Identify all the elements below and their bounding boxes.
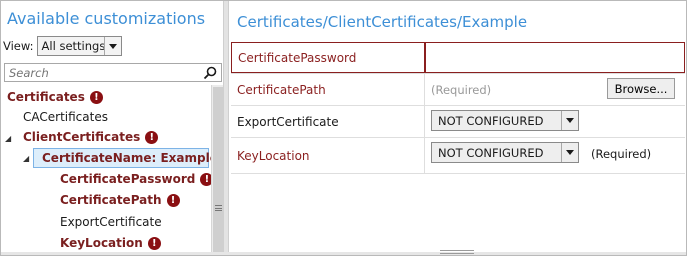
tree-item-label: CertificatePath xyxy=(60,193,162,207)
error-icon: ! xyxy=(89,90,103,104)
error-icon: ! xyxy=(145,130,159,144)
browse-button[interactable]: Browse... xyxy=(607,78,675,99)
tree-item-certificatename-example[interactable]: CertificateName: Example ! xyxy=(33,148,223,168)
required-note: (Required) xyxy=(591,147,652,161)
view-label: View: xyxy=(3,39,34,53)
error-icon: ! xyxy=(166,193,180,207)
chevron-down-icon[interactable] xyxy=(561,111,578,130)
grip-icon xyxy=(215,205,222,211)
expand-collapse-icon[interactable]: ◢ xyxy=(23,154,31,163)
setting-row-certificatepath: CertificatePath (Required) Browse... xyxy=(231,74,685,106)
tree-item-label: KeyLocation xyxy=(60,236,143,250)
key-location-dropdown[interactable]: NOT CONFIGURED xyxy=(431,142,579,163)
tree-item-label: ClientCertificates xyxy=(23,130,141,144)
tree-item-clientcertificates[interactable]: ClientCertificates ! xyxy=(23,127,159,147)
setting-label: ExportCertificate xyxy=(231,106,425,137)
tree-item-exportcertificate[interactable]: ExportCertificate xyxy=(60,212,162,232)
customizations-pane: Available customizations View: All setti… xyxy=(1,1,223,254)
tree-item-label: Certificates xyxy=(7,90,85,104)
tree-item-cacertificates[interactable]: CACertificates xyxy=(23,107,108,127)
tree-item-label: CertificateName: Example xyxy=(42,151,218,165)
setting-value-cell xyxy=(425,42,685,73)
certificate-password-input[interactable] xyxy=(432,47,672,68)
tree-item-certificatepath[interactable]: CertificatePath ! xyxy=(60,190,180,210)
tree-item-certificates[interactable]: Certificates ! xyxy=(7,87,103,107)
tree-item-label: CertificatePassword xyxy=(60,172,196,186)
pane-splitter[interactable] xyxy=(223,1,229,254)
chevron-down-icon[interactable] xyxy=(561,143,578,162)
search-icon[interactable] xyxy=(203,66,217,80)
pane-title: Available customizations xyxy=(7,9,206,28)
setting-label: CertificatePath xyxy=(231,74,425,105)
error-icon: ! xyxy=(147,236,161,250)
certificate-path-value[interactable]: (Required) xyxy=(431,83,491,97)
tree-item-label: CACertificates xyxy=(23,110,108,124)
settings-pane: Certificates/ClientCertificates/Example … xyxy=(230,1,686,254)
export-certificate-dropdown[interactable]: NOT CONFIGURED xyxy=(431,110,579,131)
view-filter: View: All settings xyxy=(3,36,122,56)
bottom-border xyxy=(1,252,686,255)
tree-item-certificatepassword[interactable]: CertificatePassword ! xyxy=(60,169,214,189)
setting-value-cell: NOT CONFIGURED (Required) xyxy=(425,138,685,173)
settings-path-title: Certificates/ClientCertificates/Example xyxy=(237,13,528,31)
tree-item-keylocation[interactable]: KeyLocation ! xyxy=(60,233,161,253)
view-dropdown-value: All settings xyxy=(41,39,106,53)
dropdown-value: NOT CONFIGURED xyxy=(438,113,544,128)
setting-value-cell: NOT CONFIGURED xyxy=(425,106,685,137)
setting-row-certificatepassword: CertificatePassword xyxy=(231,42,685,74)
expand-collapse-icon[interactable]: ◢ xyxy=(5,134,13,143)
setting-row-exportcertificate: ExportCertificate NOT CONFIGURED xyxy=(231,106,685,138)
resize-grip-icon[interactable] xyxy=(440,250,474,254)
search-input[interactable] xyxy=(9,65,199,80)
chevron-down-icon[interactable] xyxy=(103,37,121,55)
dropdown-value: NOT CONFIGURED xyxy=(438,145,544,160)
tree-item-label: ExportCertificate xyxy=(60,215,162,229)
view-dropdown[interactable]: All settings xyxy=(36,36,122,56)
tree-scrollbar[interactable] xyxy=(211,85,223,254)
scrollbar-thumb[interactable] xyxy=(213,87,223,253)
search-box xyxy=(4,63,222,82)
setting-row-keylocation: KeyLocation NOT CONFIGURED (Required) xyxy=(231,138,685,174)
setting-label: CertificatePassword xyxy=(231,42,425,73)
setting-label: KeyLocation xyxy=(231,138,425,173)
setting-value-cell: (Required) Browse... xyxy=(425,74,685,105)
